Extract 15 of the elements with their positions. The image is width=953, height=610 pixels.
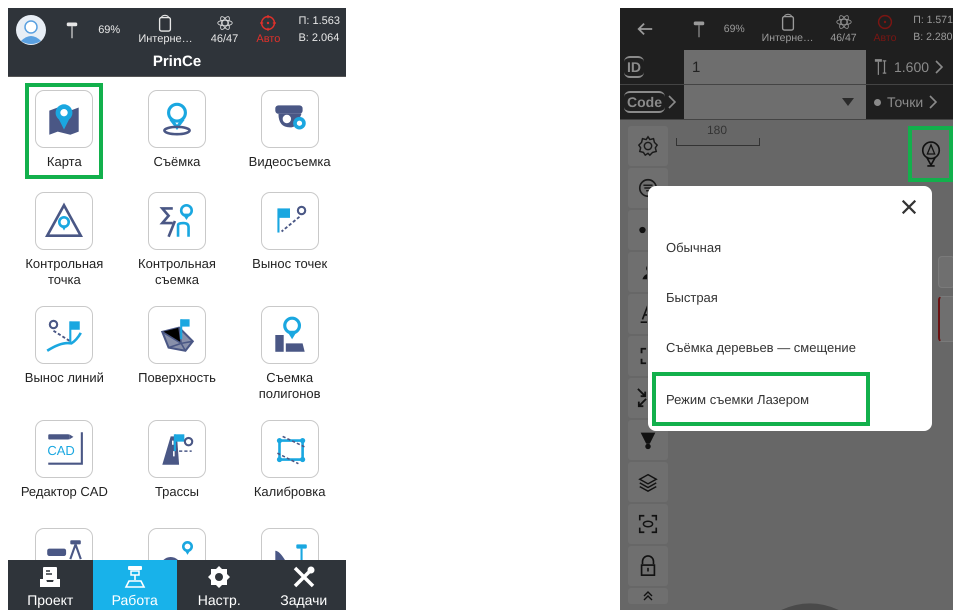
icon-caption: CAD bbox=[47, 443, 75, 458]
network-text: Интерне… bbox=[138, 33, 193, 46]
reading-text: В: 2.280 bbox=[913, 31, 953, 44]
reading-text: П: 1.571 bbox=[913, 14, 953, 27]
satellites-text: 46/47 bbox=[830, 32, 857, 45]
reading-text: В: 2.064 bbox=[298, 32, 340, 45]
mode-text: Авто bbox=[874, 32, 896, 45]
battery-text: 69% bbox=[98, 24, 120, 36]
battery-text: 69% bbox=[724, 22, 745, 36]
satellites-text: 46/47 bbox=[210, 33, 238, 46]
id-label: ID bbox=[624, 56, 644, 78]
network-text: Интерне… bbox=[762, 32, 814, 45]
reading-text: П: 1.563 bbox=[298, 15, 340, 28]
app-title: PrinCe bbox=[152, 52, 202, 72]
mode-text: Авто bbox=[256, 33, 280, 46]
